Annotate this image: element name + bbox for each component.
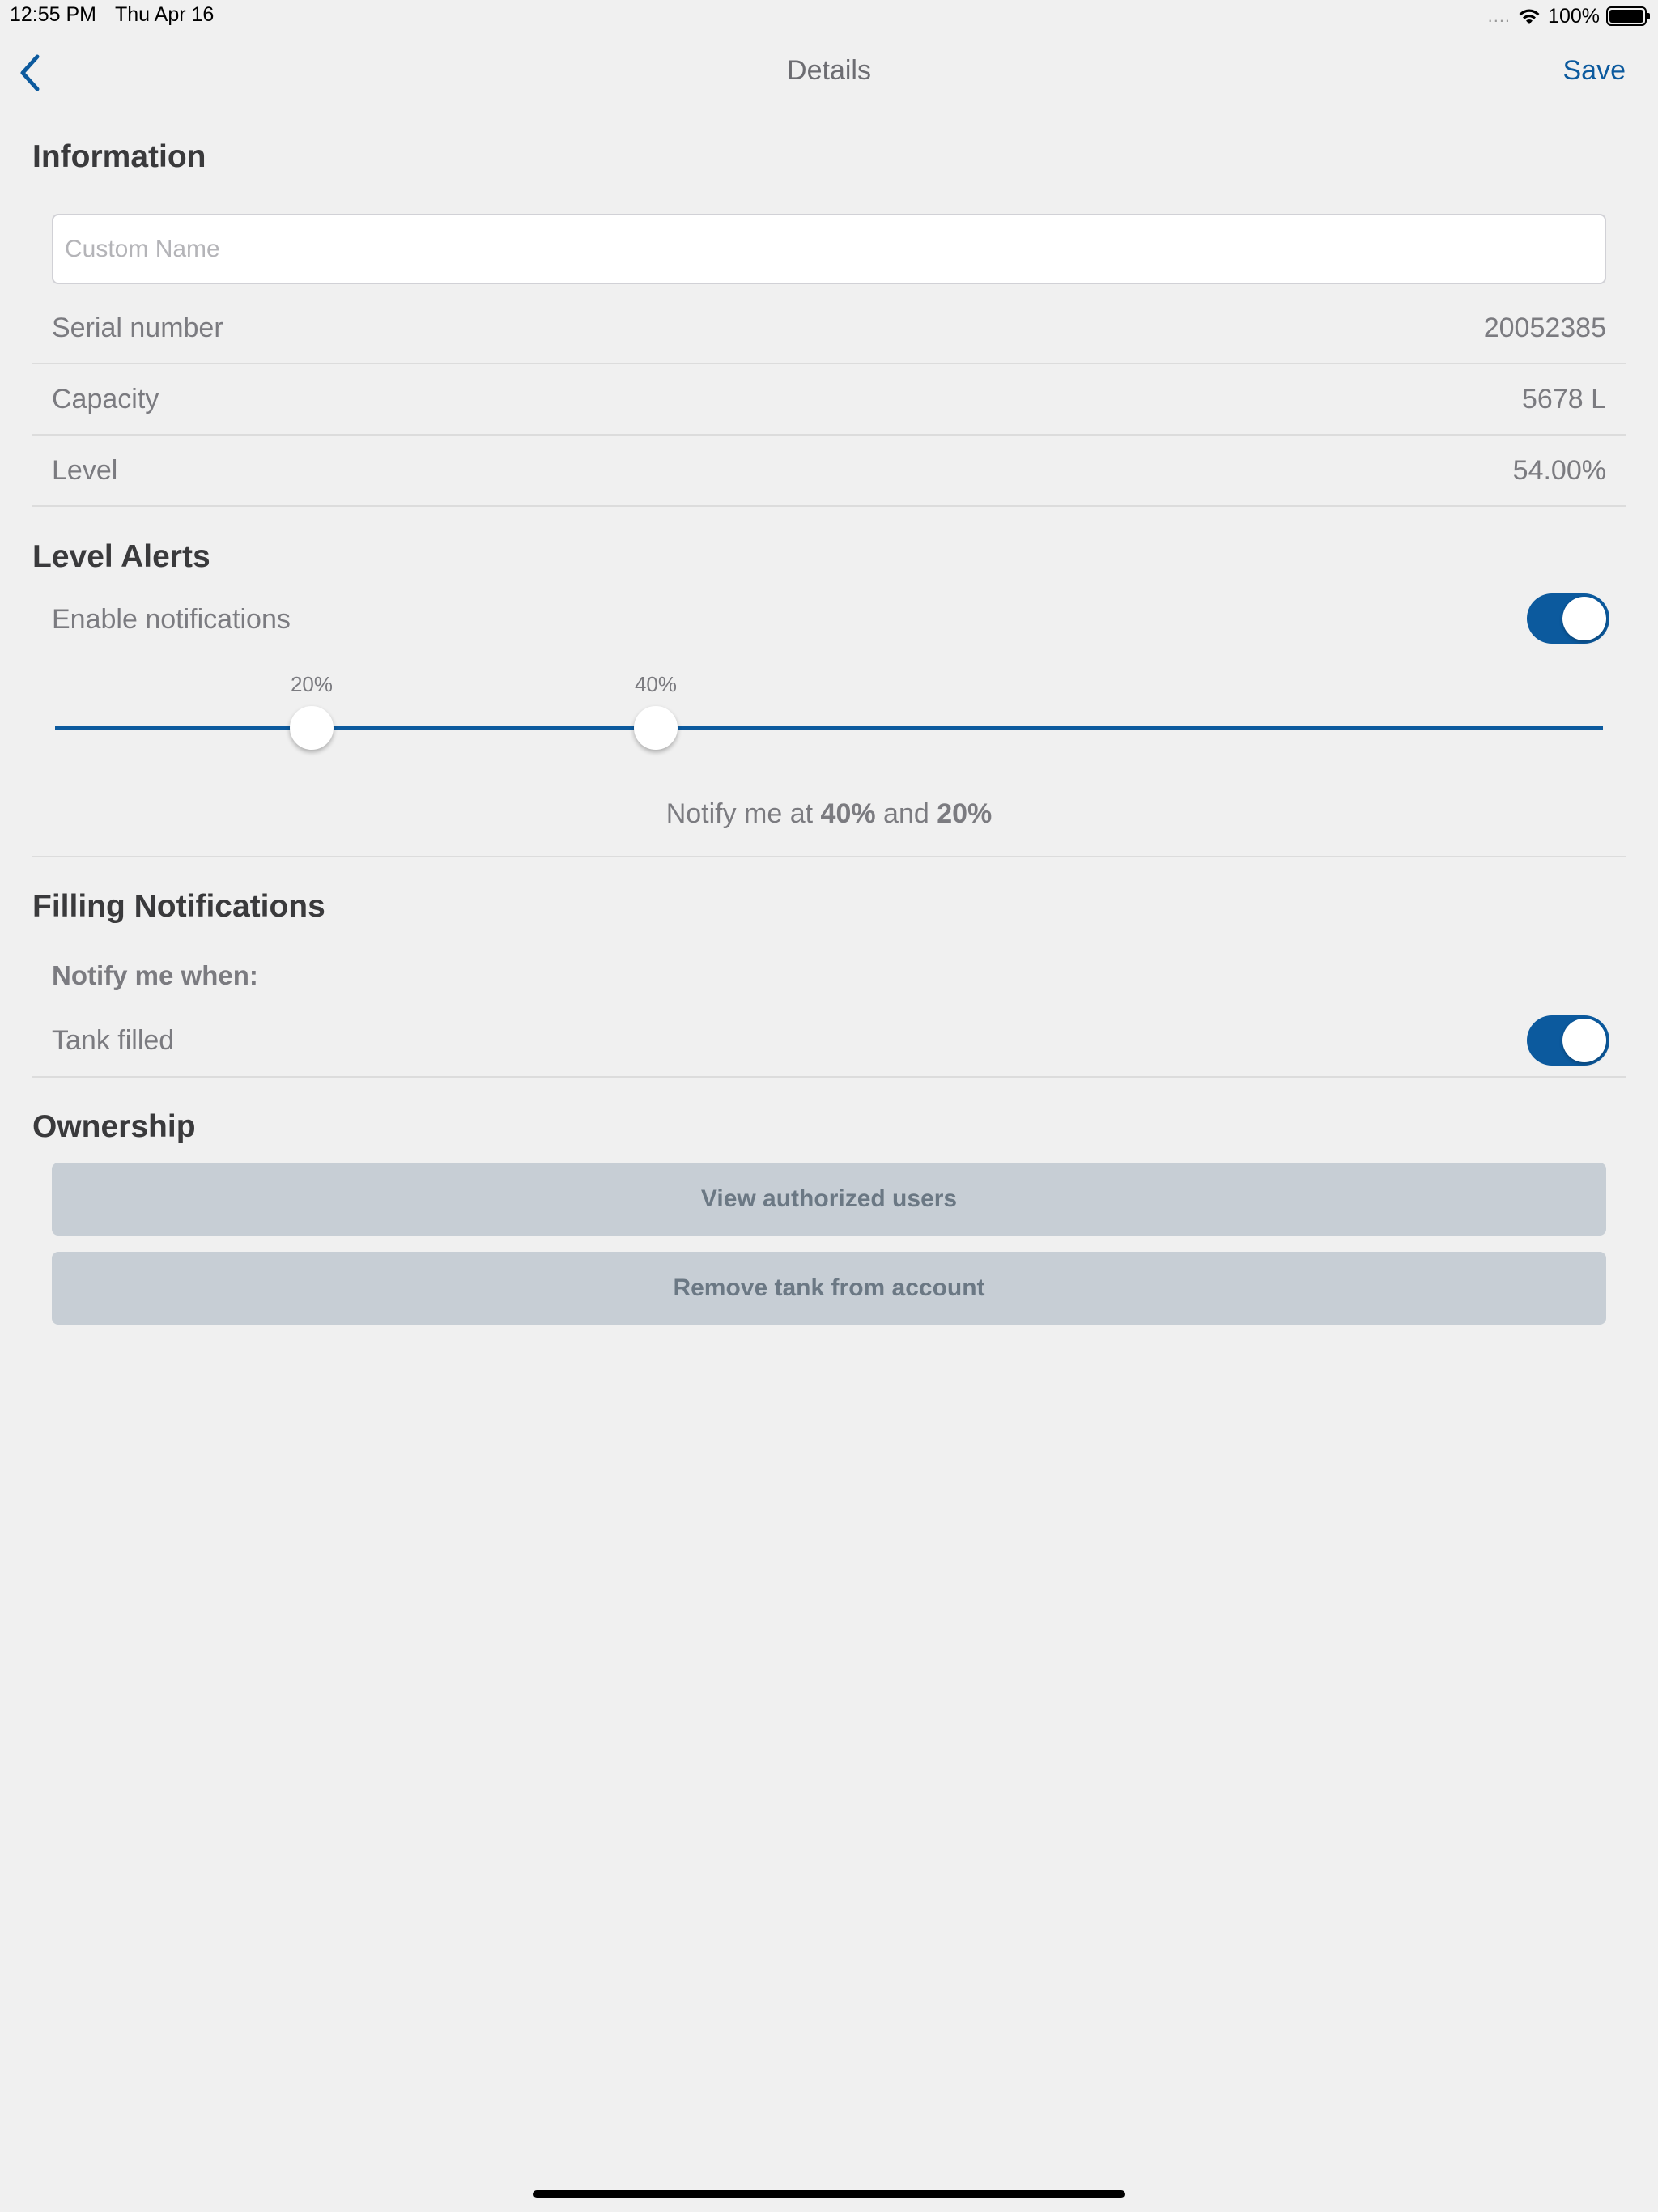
remove-tank-button[interactable]: Remove tank from account [52, 1252, 1606, 1325]
tank-filled-toggle[interactable] [1527, 1015, 1609, 1066]
custom-name-input[interactable] [52, 214, 1606, 284]
status-date: Thu Apr 16 [115, 3, 215, 26]
notify-me-when-label: Notify me when: [52, 960, 258, 990]
notify-summary-high: 40% [820, 798, 876, 829]
tank-details-screen: 12:55 PM Thu Apr 16 .... 100% Details Sa… [0, 0, 1658, 2212]
tank-filled-label: Tank filled [52, 1025, 175, 1056]
low-threshold-thumb[interactable] [290, 706, 334, 750]
status-time: 12:55 PM [10, 3, 97, 26]
filling-notifications-header: Filling Notifications [32, 889, 325, 924]
high-threshold-thumb[interactable] [634, 706, 678, 750]
notify-summary: Notify me at 40% and 20% [0, 798, 1658, 830]
toggle-knob [1562, 1019, 1606, 1062]
navigation-bar: Details Save [0, 32, 1658, 113]
capacity-row: Capacity 5678 L [32, 364, 1626, 436]
battery-percentage: 100% [1548, 4, 1600, 28]
wifi-icon [1519, 9, 1540, 24]
capacity-label: Capacity [52, 384, 159, 415]
enable-notifications-label: Enable notifications [52, 604, 291, 635]
serial-number-value: 20052385 [1483, 313, 1606, 343]
ownership-header: Ownership [32, 1109, 196, 1144]
notify-summary-middle: and [875, 798, 937, 829]
level-alerts-divider [32, 856, 1626, 857]
level-value: 54.00% [1512, 455, 1606, 486]
save-button[interactable]: Save [1563, 55, 1626, 87]
low-threshold-label: 20% [290, 672, 334, 696]
level-row: Level 54.00% [32, 436, 1626, 507]
level-alert-slider-track[interactable] [55, 726, 1603, 730]
level-alerts-header: Level Alerts [32, 539, 210, 574]
status-indicators: .... 100% [1487, 3, 1650, 29]
home-indicator[interactable] [533, 2190, 1125, 2198]
information-header: Information [32, 139, 206, 174]
toggle-knob [1562, 597, 1606, 640]
notify-summary-prefix: Notify me at [665, 798, 821, 829]
serial-number-row: Serial number 20052385 [32, 293, 1626, 364]
page-title: Details [787, 55, 871, 86]
high-threshold-label: 40% [634, 672, 678, 696]
filling-notifications-divider [32, 1076, 1626, 1078]
capacity-value: 5678 L [1522, 384, 1606, 415]
serial-number-label: Serial number [52, 313, 223, 343]
level-label: Level [52, 455, 118, 486]
notify-summary-low: 20% [937, 798, 993, 829]
enable-notifications-toggle[interactable] [1527, 593, 1609, 644]
cellular-signal-icon: .... [1487, 6, 1511, 26]
view-authorized-users-button[interactable]: View authorized users [52, 1163, 1606, 1236]
status-bar: 12:55 PM Thu Apr 16 .... 100% [0, 0, 1658, 32]
battery-icon [1606, 6, 1650, 26]
